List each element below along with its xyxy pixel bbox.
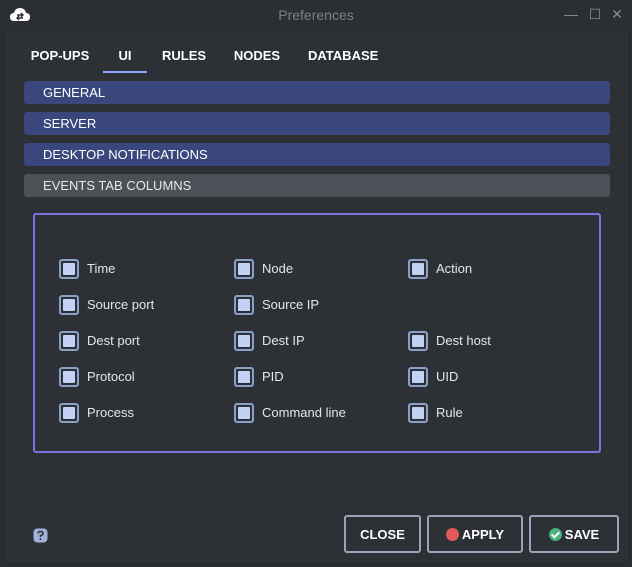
close-window-button[interactable]: ✕: [608, 5, 626, 23]
checkbox-box[interactable]: [234, 295, 254, 315]
window-title: Preferences: [278, 7, 354, 23]
checkbox-box[interactable]: [59, 259, 79, 279]
tab-database[interactable]: DATABASE: [308, 45, 378, 73]
checkbox-label: Node: [262, 261, 294, 276]
apply-icon: [445, 527, 459, 541]
tab-pop-ups[interactable]: POP-UPS: [30, 45, 90, 73]
close-button-label: CLOSE: [360, 526, 405, 542]
checkbox-label: Dest host: [436, 333, 491, 348]
maximize-button[interactable]: ☐: [586, 5, 604, 23]
apply-button-label: APPLY: [461, 526, 505, 542]
section-desktop-notifications[interactable]: DESKTOP NOTIFICATIONS: [24, 143, 610, 166]
checkbox-box[interactable]: [59, 403, 79, 423]
help-icon[interactable]: [33, 528, 48, 543]
checkbox-box[interactable]: [408, 403, 428, 423]
title-bar: Preferences — ☐ ✕: [0, 0, 632, 30]
checkbox-box[interactable]: [59, 367, 79, 387]
checkbox-label: Process: [87, 405, 134, 420]
save-button[interactable]: SAVE: [529, 515, 619, 553]
checkbox-box[interactable]: [234, 403, 254, 423]
section-general[interactable]: GENERAL: [24, 81, 610, 104]
checkbox-label: Source port: [87, 297, 155, 312]
checkbox-label: Command line: [262, 405, 346, 420]
checkbox-box[interactable]: [408, 259, 428, 279]
close-button[interactable]: CLOSE: [344, 515, 421, 553]
save-button-label: SAVE: [564, 526, 600, 542]
apply-button[interactable]: APPLY: [427, 515, 523, 553]
checkbox-label: Time: [87, 261, 116, 276]
checkbox-box[interactable]: [59, 295, 79, 315]
tab-nodes[interactable]: NODES: [233, 45, 281, 73]
checkbox-label: Source IP: [262, 297, 320, 312]
preferences-body: POP-UPS UI RULES NODES DATABASE GENERAL …: [3, 30, 630, 565]
minimize-button[interactable]: —: [562, 5, 580, 23]
checkbox-label: UID: [436, 369, 459, 384]
tab-rules[interactable]: RULES: [162, 45, 206, 73]
checkbox-box[interactable]: [234, 367, 254, 387]
section-events-tab-columns[interactable]: EVENTS TAB COLUMNS: [24, 174, 610, 197]
checkbox-box[interactable]: [408, 331, 428, 351]
checkbox-box[interactable]: [59, 331, 79, 351]
check-icon: [548, 527, 562, 541]
checkbox-label: Dest IP: [262, 333, 305, 348]
section-server[interactable]: SERVER: [24, 112, 610, 135]
checkbox-box[interactable]: [234, 331, 254, 351]
checkbox-label: Action: [436, 261, 473, 276]
events-columns-panel: Time Node Action Source port Source IP D…: [33, 213, 601, 453]
checkbox-label: PID: [262, 369, 284, 384]
checkbox-label: Protocol: [87, 369, 135, 384]
checkbox-box[interactable]: [408, 367, 428, 387]
tab-ui[interactable]: UI: [103, 45, 147, 73]
checkbox-box[interactable]: [234, 259, 254, 279]
checkbox-label: Rule: [436, 405, 463, 420]
checkbox-label: Dest port: [87, 333, 140, 348]
